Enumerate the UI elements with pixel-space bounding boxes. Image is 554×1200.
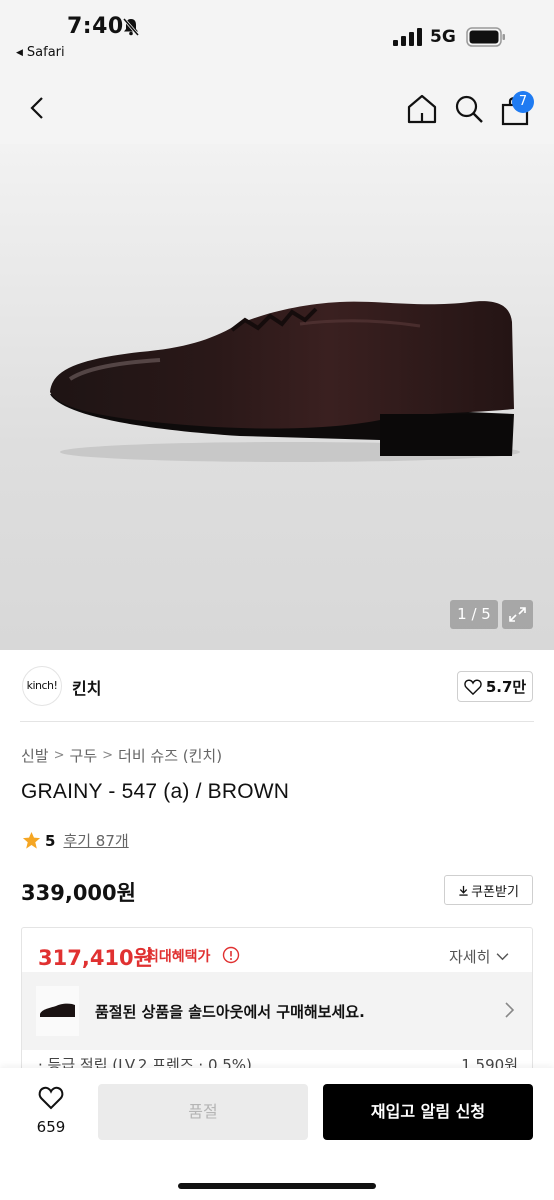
product-price: 339,000원 (21, 881, 136, 905)
info-icon[interactable] (222, 946, 240, 964)
heart-icon (464, 679, 482, 695)
product-image[interactable] (0, 144, 554, 650)
heart-icon (38, 1086, 64, 1110)
max-benefit-price: 317,410원 (38, 946, 153, 970)
benefit-box: 317,410원 최대혜택가 자세히 품절된 상품을 솔드아웃에서 구매해보세요… (21, 927, 533, 1077)
soldout-button: 품절 (98, 1084, 308, 1140)
status-bar: 7:40 ◀ Safari 5G (0, 0, 554, 72)
chevron-right-icon: > (102, 748, 114, 763)
wishlist-count: 659 (36, 1118, 66, 1136)
rating-value: 5 (45, 831, 56, 850)
search-icon[interactable] (454, 94, 484, 124)
network-label: 5G (430, 27, 456, 47)
status-time: 7:40 (67, 14, 124, 39)
home-icon[interactable] (406, 94, 438, 124)
max-benefit-label: 최대혜택가 (146, 949, 211, 965)
shoe-photo (50, 301, 520, 462)
soldout-banner[interactable]: 품절된 상품을 솔드아웃에서 구매해보세요. (22, 972, 532, 1050)
bottom-action-bar: 659 품절 재입고 알림 신청 (0, 1068, 554, 1200)
product-title: GRAINY - 547 (a) / BROWN (21, 780, 290, 803)
download-icon (459, 885, 468, 896)
breadcrumb-item[interactable]: 구두 (70, 745, 98, 766)
breadcrumb: 신발 > 구두 > 더비 슈즈 (킨치) (21, 745, 222, 766)
breadcrumb-item[interactable]: 더비 슈즈 (킨치) (118, 745, 222, 766)
cart-count-badge: 7 (512, 91, 534, 113)
battery-icon (466, 27, 505, 47)
breadcrumb-item[interactable]: 신발 (21, 745, 49, 766)
brand-like-button[interactable]: 5.7만 (457, 671, 533, 702)
review-link[interactable]: 후기 87개 (63, 830, 128, 851)
brand-like-count: 5.7만 (485, 678, 527, 696)
shoe-thumbnail (40, 1003, 75, 1017)
wishlist-button[interactable]: 659 (28, 1086, 74, 1138)
chevron-right-icon: > (53, 748, 65, 763)
top-navigation (0, 72, 554, 144)
signal-icon (393, 28, 422, 46)
back-chevron-icon[interactable] (24, 94, 52, 122)
restock-alert-button[interactable]: 재입고 알림 신청 (323, 1084, 533, 1140)
brand-logo[interactable]: kinch! (22, 666, 62, 706)
home-indicator (178, 1183, 376, 1189)
chevron-down-icon (496, 953, 509, 961)
chevron-right-icon (505, 1002, 515, 1018)
coupon-label: 쿠폰받기 (471, 884, 519, 900)
image-counter: 1 / 5 (450, 600, 498, 629)
expand-icon (509, 607, 526, 622)
star-icon (22, 831, 41, 849)
divider (20, 721, 534, 722)
brand-name[interactable]: 킨치 (72, 675, 101, 699)
coupon-button[interactable]: 쿠폰받기 (444, 875, 533, 905)
back-app-label: Safari (26, 45, 65, 60)
expand-image-button[interactable] (502, 600, 533, 629)
detail-label: 자세히 (449, 948, 491, 966)
back-to-safari-link[interactable]: ◀ Safari (16, 45, 65, 60)
soldout-thumbnail (36, 986, 79, 1036)
bell-slash-icon (122, 18, 140, 36)
rating-row: 5 후기 87개 (22, 830, 129, 851)
detail-toggle[interactable]: 자세히 (449, 946, 509, 967)
soldout-message: 품절된 상품을 솔드아웃에서 구매해보세요. (95, 1003, 365, 1021)
